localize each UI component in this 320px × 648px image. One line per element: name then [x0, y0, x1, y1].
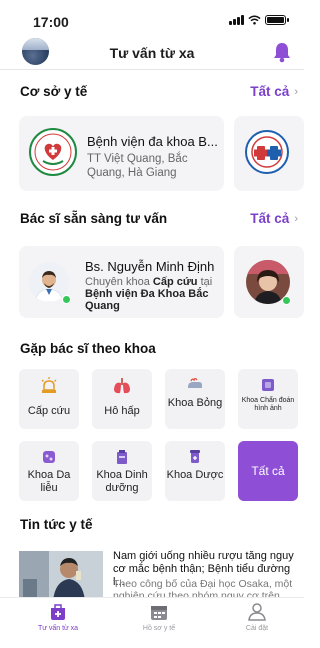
doctor-specialty: Chuyên khoa Cấp cứu tại Bệnh viện Đa Kho…	[85, 276, 235, 312]
facility-card-partial[interactable]	[234, 116, 304, 191]
online-status-dot	[282, 296, 291, 305]
department-label: Hô hấp	[104, 405, 140, 417]
specialty-mid: tại	[197, 276, 213, 288]
page-title: Tư vấn từ xa	[109, 45, 195, 61]
doctor-card[interactable]: Bs. Nguyễn Minh Định Chuyên khoa Cấp cứu…	[19, 246, 224, 318]
department-tile-dinh-duong[interactable]: Khoa Dinh dưỡng	[92, 441, 152, 501]
tab-label: Tư vấn từ xa	[37, 625, 79, 632]
hospital-logo-icon	[29, 128, 77, 176]
department-tile-da-lieu[interactable]: Khoa Da liễu	[19, 441, 79, 501]
doctor-card-partial[interactable]	[234, 246, 304, 318]
doctor-bag-icon	[13, 602, 103, 622]
facilities-see-all[interactable]: Tất cả ›	[250, 84, 298, 99]
chevron-right-icon: ›	[294, 85, 298, 98]
doctor-hospital: Bệnh viện Đa Khoa Bắc Quang	[85, 288, 209, 312]
facility-address: TT Việt Quang, Bắc Quang, Hà Giang	[87, 153, 188, 179]
tab-cai-dat[interactable]: Cài đặt	[212, 602, 302, 632]
section-title-facilities: Cơ sở y tế	[20, 84, 88, 99]
siren-icon	[19, 377, 79, 395]
pharmacy-icon	[165, 449, 225, 467]
lungs-icon	[92, 377, 152, 395]
burn-icon	[165, 377, 225, 395]
tab-label: Cài đặt	[245, 625, 269, 632]
tab-label: Hồ sơ y tế	[142, 625, 176, 632]
app-header: Tư vấn từ xa	[0, 36, 304, 70]
facilities-see-all-label: Tất cả	[250, 84, 290, 99]
chevron-right-icon: ›	[294, 212, 298, 225]
nutrition-icon	[92, 449, 152, 467]
facility-card[interactable]: Bệnh viện đa khoa B... TT Việt Quang, Bắ…	[19, 116, 224, 191]
skin-icon	[19, 449, 79, 467]
status-time: 17:00	[33, 14, 69, 30]
bell-icon[interactable]	[272, 41, 292, 63]
section-title-doctors: Bác sĩ sẵn sàng tư vấn	[20, 211, 168, 226]
bottom-tab-bar: Tư vấn từ xa Hồ sơ y tế Cài đặt	[0, 597, 304, 648]
hospital-logo-icon	[245, 130, 289, 174]
tab-tu-van-tu-xa[interactable]: Tư vấn từ xa	[13, 602, 103, 632]
news-thumbnail[interactable]	[19, 551, 103, 601]
person-icon	[212, 602, 302, 622]
calendar-icon	[114, 602, 204, 622]
section-title-news: Tin tức y tế	[20, 517, 93, 532]
department-tile-chan-doan-hinh-anh[interactable]: Khoa Chẩn đoán hình ảnh	[238, 369, 298, 429]
status-icons	[229, 15, 289, 25]
department-tile-khoa-bong[interactable]: Khoa Bỏng	[165, 369, 225, 429]
doctors-see-all[interactable]: Tất cả ›	[250, 211, 298, 226]
battery-icon	[265, 15, 289, 25]
doctors-see-all-label: Tất cả	[250, 211, 290, 226]
imaging-icon	[238, 377, 298, 395]
wifi-icon	[248, 15, 261, 25]
doctor-name: Bs. Nguyễn Minh Định	[85, 259, 215, 274]
department-label: Cấp cứu	[27, 405, 71, 417]
department-label: Khoa Dược	[166, 469, 224, 481]
department-label: Khoa Dinh dưỡng	[96, 469, 148, 494]
department-label: Khoa Da liễu	[27, 469, 71, 494]
department-label: Khoa Chẩn đoán hình ảnh	[241, 397, 295, 412]
department-tile-cap-cuu[interactable]: Cấp cứu	[19, 369, 79, 429]
department-tile-khoa-duoc[interactable]: Khoa Dược	[165, 441, 225, 501]
facility-name: Bệnh viện đa khoa B...	[87, 134, 218, 149]
department-label: Khoa Bỏng	[167, 397, 223, 409]
department-see-all-button[interactable]: Tất cả	[238, 441, 298, 501]
section-title-departments: Gặp bác sĩ theo khoa	[20, 341, 156, 356]
online-status-dot	[62, 295, 71, 304]
signal-icon	[229, 15, 244, 25]
status-bar: 17:00	[0, 0, 304, 34]
specialty-name: Cấp cứu	[152, 276, 198, 288]
department-tile-ho-hap[interactable]: Hô hấp	[92, 369, 152, 429]
tab-ho-so-y-te[interactable]: Hồ sơ y tế	[114, 602, 204, 632]
department-see-all-label: Tất cả	[251, 464, 285, 478]
specialty-prefix: Chuyên khoa	[85, 276, 153, 288]
